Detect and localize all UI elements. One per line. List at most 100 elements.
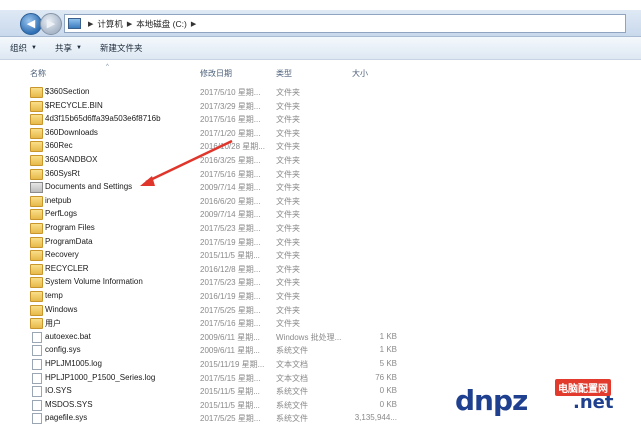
file-name: MSDOS.SYS [45, 399, 93, 409]
file-type: 文件夹 [276, 196, 300, 206]
modified-date: 2009/7/14 星期... [200, 210, 261, 220]
file-type: 文件夹 [276, 101, 300, 111]
modified-date: 2017/5/10 星期... [200, 88, 261, 97]
folder-icon [30, 141, 43, 153]
column-date[interactable]: 修改日期 [200, 68, 232, 79]
modified-date: 2009/6/11 星期... [200, 346, 260, 356]
list-item[interactable]: 4d3f15b65d6ffa39a503e6f8716b 2017/5/16 星期… [0, 113, 420, 126]
file-name: $360Section [45, 87, 90, 96]
locked-folder-icon [30, 114, 43, 126]
modified-date: 2016/3/25 星期... [200, 156, 261, 165]
file-size: 0 KB [379, 399, 397, 409]
list-item[interactable]: Recovery 2015/11/5 星期... 文件夹 [0, 249, 420, 262]
list-item[interactable]: PerfLogs 2009/7/14 星期... 文件夹 [0, 208, 420, 221]
locked-folder-icon [30, 263, 43, 275]
locked-folder-icon [30, 277, 43, 289]
organize-button[interactable]: 组织 ▼ [10, 42, 37, 54]
list-item[interactable]: Windows 2017/5/25 星期... 文件夹 [0, 304, 420, 317]
list-item[interactable]: $RECYCLE.BIN 2017/3/29 星期... 文件夹 [0, 100, 420, 113]
list-item[interactable]: HPLJM1005.log 2015/11/19 星期... 文本文档 5 KB [0, 358, 420, 371]
forward-button[interactable]: ▶ [40, 13, 62, 35]
list-item[interactable]: autoexec.bat 2009/6/11 星期... Windows 批处理..… [0, 331, 420, 344]
modified-date: 2015/11/5 星期... [200, 387, 260, 397]
list-item[interactable]: pagefile.sys 2017/5/25 星期... 系统文件 3,135,944… [0, 412, 420, 425]
folder-icon [30, 236, 43, 248]
file-type: 文件夹 [276, 305, 300, 315]
file-type: 文件夹 [276, 156, 300, 165]
list-item[interactable]: IO.SYS 2015/11/5 星期... 系统文件 0 KB [0, 385, 420, 398]
modified-date: 2017/3/29 星期... [200, 101, 261, 111]
list-item[interactable]: config.sys 2009/6/11 星期... 系统文件 1 KB [0, 344, 420, 357]
file-type: 文件夹 [276, 115, 300, 125]
breadcrumb-item-drive[interactable]: 本地磁盘 (C:) [136, 18, 187, 30]
file-name: pagefile.sys [45, 413, 88, 423]
back-button[interactable]: ◀ [20, 13, 42, 35]
folder-icon [30, 209, 43, 221]
breadcrumb-item-computer[interactable]: 计算机 [97, 18, 123, 30]
file-name: 360Rec [45, 141, 73, 151]
computer-icon [68, 18, 81, 29]
watermark-logo-text: dnpz [455, 384, 528, 417]
modified-date: 2017/5/25 星期... [200, 305, 261, 315]
file-icon [32, 359, 42, 370]
list-item[interactable]: MSDOS.SYS 2015/11/5 星期... 系统文件 0 KB [0, 399, 420, 412]
new-folder-button[interactable]: 新建文件夹 [100, 42, 143, 54]
breadcrumb[interactable]: ▶ 计算机 ▶ 本地磁盘 (C:) ▶ [64, 14, 626, 33]
column-type[interactable]: 类型 [276, 68, 292, 79]
file-name: Windows [45, 304, 78, 314]
file-name: IO.SYS [45, 386, 72, 396]
file-type: 文件夹 [276, 142, 300, 152]
modified-date: 2017/5/19 星期... [200, 237, 261, 247]
list-item[interactable]: inetpub 2016/6/20 星期... 文件夹 [0, 195, 420, 208]
file-name: 360Downloads [45, 127, 98, 137]
modified-date: 2016/10/28 星期... [200, 142, 265, 152]
file-type: 文件夹 [276, 183, 300, 193]
list-item[interactable]: 360Rec 2016/10/28 星期... 文件夹 [0, 140, 420, 153]
column-size[interactable]: 大小 [352, 68, 368, 79]
column-name[interactable]: 名称 [30, 68, 46, 79]
list-item[interactable]: 360SysRt 2017/5/16 星期... 文件夹 [0, 168, 420, 181]
modified-date: 2009/6/11 星期... [200, 332, 260, 342]
file-name: PerfLogs [45, 209, 78, 219]
file-size: 1 KB [379, 331, 397, 341]
folder-icon [30, 318, 43, 330]
folder-icon [30, 304, 43, 316]
list-item[interactable]: ProgramData 2017/5/19 星期... 文件夹 [0, 236, 420, 249]
modified-date: 2017/5/23 星期... [200, 278, 261, 288]
chevron-right-icon: ▶ [126, 20, 133, 28]
list-item[interactable]: 用户 2017/5/16 星期... 文件夹 [0, 317, 420, 330]
list-item[interactable]: 360Downloads 2017/1/20 星期... 文件夹 [0, 127, 420, 140]
folder-icon [30, 291, 43, 302]
file-name: inetpub [45, 195, 72, 205]
modified-date: 2009/7/14 星期... [200, 183, 261, 193]
list-item[interactable]: System Volume Information 2017/5/23 星期...… [0, 276, 420, 289]
file-name: 360SANDBOX [45, 155, 98, 164]
modified-date: 2017/5/16 星期... [200, 115, 261, 125]
file-name: 4d3f15b65d6ffa39a503e6f8716b [45, 114, 161, 124]
file-type: 文件夹 [276, 264, 300, 274]
chevron-down-icon: ▼ [31, 45, 37, 51]
list-item[interactable]: RECYCLER 2016/12/8 星期... 文件夹 [0, 263, 420, 276]
file-name: temp [45, 291, 63, 300]
modified-date: 2017/5/16 星期... [200, 169, 261, 179]
watermark-logo: dnpz .net 电脑配置网 [455, 374, 641, 421]
list-item[interactable]: HPLJP1000_P1500_Series.log 2017/5/15 星期..… [0, 372, 420, 385]
file-type: 文件夹 [276, 224, 300, 233]
share-button[interactable]: 共享 ▼ [55, 42, 82, 54]
modified-date: 2017/5/25 星期... [200, 414, 261, 424]
file-size: 3,135,944... [354, 413, 397, 423]
list-item[interactable]: Program Files 2017/5/23 星期... 文件夹 [0, 222, 420, 235]
file-name: $RECYCLE.BIN [45, 100, 103, 110]
file-name: RECYCLER [45, 263, 89, 273]
modified-date: 2016/1/19 星期... [200, 292, 261, 301]
list-item[interactable]: Documents and Settings 2009/7/14 星期... 文件夹 [0, 181, 420, 194]
list-item[interactable]: 360SANDBOX 2016/3/25 星期... 文件夹 [0, 154, 420, 167]
list-item[interactable]: $360Section 2017/5/10 星期... 文件夹 [0, 86, 420, 99]
file-size: 0 KB [379, 386, 397, 396]
list-item[interactable]: temp 2016/1/19 星期... 文件夹 [0, 290, 420, 303]
folder-icon [30, 87, 43, 98]
address-bar: ◀ ▶ ▶ 计算机 ▶ 本地磁盘 (C:) ▶ [0, 10, 641, 37]
watermark-badge: 电脑配置网 [555, 379, 611, 396]
sort-arrow-icon: ^ [106, 64, 109, 70]
file-size: 5 KB [379, 359, 397, 368]
